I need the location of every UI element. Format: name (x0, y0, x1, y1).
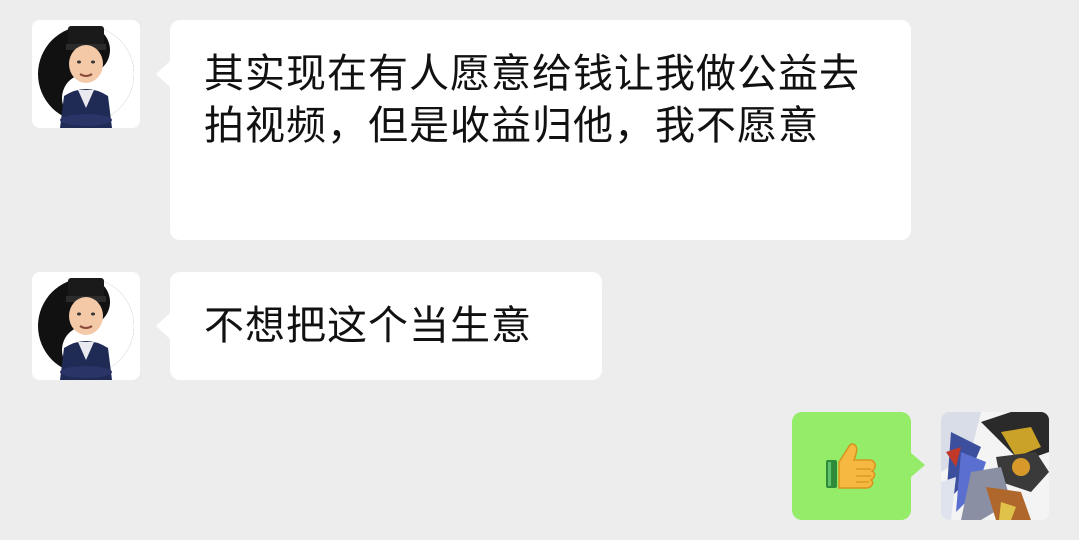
message-text: 不想把这个当生意 (204, 303, 532, 349)
contact-avatar[interactable] (32, 20, 140, 128)
contact-avatar[interactable] (32, 272, 140, 380)
thumbs-up-icon (826, 443, 876, 489)
message-text: 其实现在有人愿意给钱让我做公益去拍视频，但是收益归他，我不愿意 (204, 51, 860, 149)
incoming-message-bubble[interactable]: 其实现在有人愿意给钱让我做公益去拍视频，但是收益归他，我不愿意 (156, 20, 911, 240)
mecha-avatar-icon (941, 412, 1049, 520)
taoist-avatar-icon (32, 20, 140, 128)
chat-area: 其实现在有人愿意给钱让我做公益去拍视频，但是收益归他，我不愿意 不想把这个当生意 (0, 0, 1079, 540)
taoist-avatar-icon (32, 272, 140, 380)
outgoing-message-bubble[interactable] (792, 412, 925, 520)
self-avatar[interactable] (941, 412, 1049, 520)
incoming-message-bubble[interactable]: 不想把这个当生意 (156, 272, 602, 380)
